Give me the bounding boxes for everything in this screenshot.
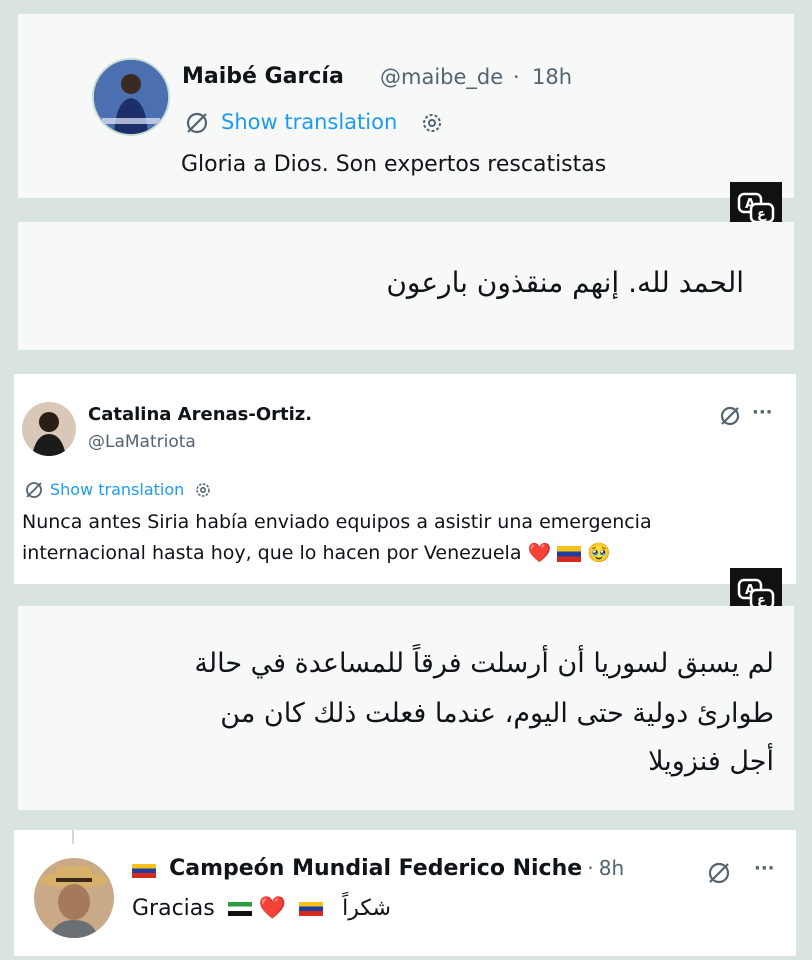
tweet-text-line-1: Nunca antes Siria había enviado equipos … bbox=[22, 511, 652, 533]
show-translation-link[interactable]: Show translation bbox=[221, 110, 397, 134]
translate-slash-icon bbox=[24, 480, 44, 500]
name-row: Campeón Mundial Federico Niche · 8h bbox=[132, 856, 624, 881]
translate-slash-icon[interactable] bbox=[706, 860, 732, 886]
syria-flag-icon bbox=[227, 902, 252, 916]
arabic-translation-line-2: طوارئ دولية حتى اليوم، عندما فعلت ذلك كا… bbox=[220, 698, 774, 729]
heart-emoji: ❤️ bbox=[527, 542, 552, 564]
more-options-icon[interactable]: ··· bbox=[752, 402, 773, 423]
thread-line bbox=[72, 830, 74, 844]
arabic-translation-text: الحمد لله. إنهم منقذون بارعون bbox=[386, 266, 744, 299]
gear-icon[interactable] bbox=[420, 111, 444, 135]
author-name[interactable]: Maibé García bbox=[182, 64, 344, 89]
author-handle[interactable]: @LaMatriota bbox=[88, 432, 196, 452]
venezuela-flag-icon bbox=[299, 902, 324, 916]
avatar-maibe[interactable] bbox=[92, 58, 170, 136]
tweet-text: Gloria a Dios. Son expertos rescatistas bbox=[181, 152, 607, 177]
avatar-catalina[interactable] bbox=[22, 402, 76, 456]
separator-dot: · bbox=[513, 65, 520, 89]
tweet-card-catalina: Catalina Arenas-Ortiz. @LaMatriota ··· S… bbox=[14, 374, 796, 584]
reply-word: Gracias bbox=[132, 896, 215, 921]
tweet-text-line-2: internacional hasta hoy, que lo hacen po… bbox=[22, 541, 611, 564]
translate-slash-icon[interactable] bbox=[718, 404, 742, 428]
tweet-card-federico: Campeón Mundial Federico Niche · 8h ··· … bbox=[14, 830, 796, 956]
svg-text:ع: ع bbox=[757, 207, 767, 222]
heart-emoji: ❤️ bbox=[258, 896, 287, 921]
reply-text: Gracias ❤️ شكراً bbox=[132, 896, 391, 921]
venezuela-flag-icon bbox=[132, 863, 156, 878]
author-handle[interactable]: @maibe_de bbox=[380, 65, 503, 89]
tweet-card-maibe: Maibé García @maibe_de · 18h Show transl… bbox=[18, 14, 794, 198]
gear-icon[interactable] bbox=[194, 481, 212, 499]
translation-card-2: لم يسبق لسوريا أن أرسلت فرقاً للمساعدة ف… bbox=[18, 606, 794, 810]
arabic-translation-line-3: أجل فنزويلا bbox=[648, 746, 774, 777]
avatar-federico[interactable] bbox=[34, 858, 114, 938]
author-name[interactable]: Catalina Arenas-Ortiz. bbox=[88, 404, 312, 425]
show-translation-link[interactable]: Show translation bbox=[50, 480, 184, 499]
arabic-translation-line-1: لم يسبق لسوريا أن أرسلت فرقاً للمساعدة ف… bbox=[194, 648, 774, 679]
translation-card-1: الحمد لله. إنهم منقذون بارعون bbox=[18, 222, 794, 350]
timestamp[interactable]: 8h bbox=[599, 856, 624, 880]
arabic-thanks: شكراً bbox=[342, 896, 391, 921]
more-options-icon[interactable]: ··· bbox=[754, 858, 775, 879]
timestamp[interactable]: 18h bbox=[532, 65, 572, 89]
author-name[interactable]: Campeón Mundial Federico Niche bbox=[169, 856, 582, 881]
venezuela-flag-icon bbox=[557, 545, 582, 562]
tweet-text-line-2-words: internacional hasta hoy, que lo hacen po… bbox=[22, 542, 522, 564]
separator-dot: · bbox=[587, 856, 594, 880]
translate-slash-icon bbox=[184, 110, 210, 136]
moved-face-emoji: 🥹 bbox=[587, 542, 611, 564]
